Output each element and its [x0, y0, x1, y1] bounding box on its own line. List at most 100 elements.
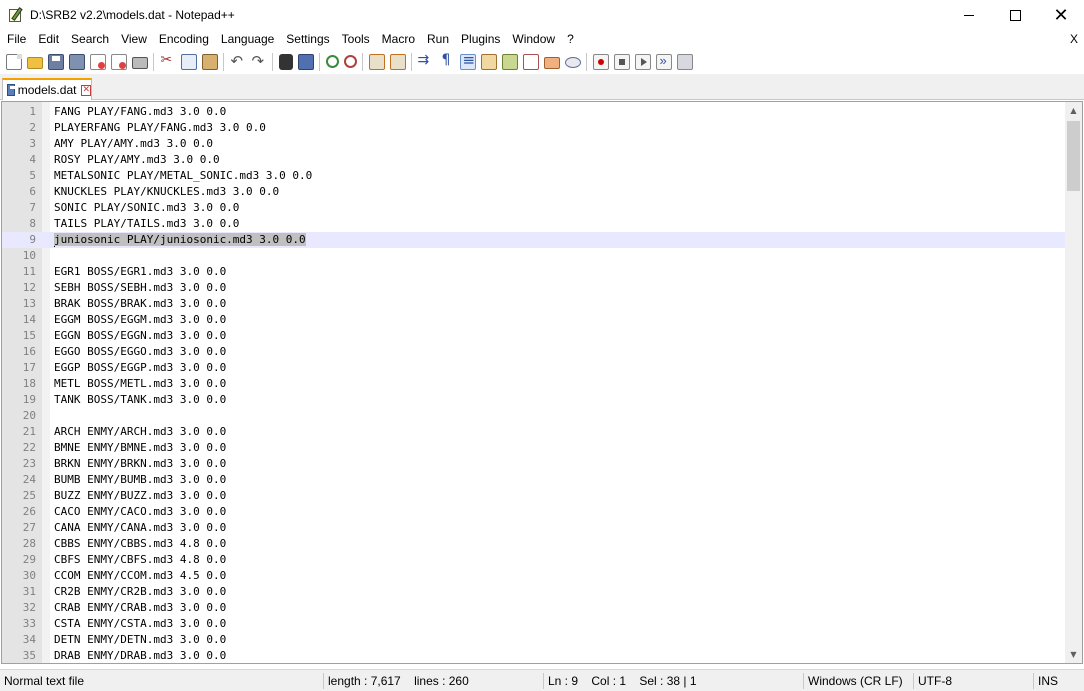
- text-line[interactable]: 28 CBBS ENMY/CBBS.md3 4.8 0.0: [2, 536, 1066, 552]
- menu-tools[interactable]: Tools: [336, 30, 376, 49]
- line-text[interactable]: DETN ENMY/DETN.md3 3.0 0.0: [54, 632, 226, 648]
- text-line[interactable]: 31 CR2B ENMY/CR2B.md3 3.0 0.0: [2, 584, 1066, 600]
- maximize-button[interactable]: [992, 0, 1038, 30]
- line-text[interactable]: EGGO BOSS/EGGO.md3 3.0 0.0: [54, 344, 226, 360]
- text-line[interactable]: 6 KNUCKLES PLAY/KNUCKLES.md3 3.0 0.0: [2, 184, 1066, 200]
- line-text[interactable]: BRKN ENMY/BRKN.md3 3.0 0.0: [54, 456, 226, 472]
- save-macro-icon[interactable]: [676, 53, 693, 70]
- status-eol[interactable]: Windows (CR LF): [804, 670, 903, 691]
- cut-icon[interactable]: [160, 52, 176, 70]
- line-text[interactable]: AMY PLAY/AMY.md3 3.0 0.0: [54, 136, 213, 152]
- text-line[interactable]: 16 EGGO BOSS/EGGO.md3 3.0 0.0: [2, 344, 1066, 360]
- text-line[interactable]: 20: [2, 408, 1066, 424]
- line-text[interactable]: SEBH BOSS/SEBH.md3 3.0 0.0: [54, 280, 226, 296]
- text-line[interactable]: 4 ROSY PLAY/AMY.md3 3.0 0.0: [2, 152, 1066, 168]
- line-text[interactable]: CBBS ENMY/CBBS.md3 4.8 0.0: [54, 536, 226, 552]
- playback-icon[interactable]: [634, 53, 651, 70]
- folder-workspace-icon[interactable]: [543, 56, 560, 69]
- text-line[interactable]: 26 CACO ENMY/CACO.md3 3.0 0.0: [2, 504, 1066, 520]
- sync-horizontal-icon[interactable]: [389, 53, 406, 70]
- text-line[interactable]: 8 TAILS PLAY/TAILS.md3 3.0 0.0: [2, 216, 1066, 232]
- undo-icon[interactable]: [230, 52, 246, 70]
- line-text[interactable]: DRAB ENMY/DRAB.md3 3.0 0.0: [54, 648, 226, 663]
- line-text[interactable]: TAILS PLAY/TAILS.md3 3.0 0.0: [54, 216, 239, 232]
- text-line[interactable]: 18 METL BOSS/METL.md3 3.0 0.0: [2, 376, 1066, 392]
- status-encoding[interactable]: UTF-8: [914, 670, 952, 691]
- menu-help[interactable]: ?: [561, 30, 580, 49]
- line-text[interactable]: EGGN BOSS/EGGN.md3 3.0 0.0: [54, 328, 226, 344]
- text-line[interactable]: 30 CCOM ENMY/CCOM.md3 4.5 0.0: [2, 568, 1066, 584]
- indent-guide-icon[interactable]: [459, 51, 476, 70]
- line-text[interactable]: EGR1 BOSS/EGR1.md3 3.0 0.0: [54, 264, 226, 280]
- monitoring-icon[interactable]: [564, 57, 581, 68]
- text-line[interactable]: 25 BUZZ ENMY/BUZZ.md3 3.0 0.0: [2, 488, 1066, 504]
- close-document-button[interactable]: X: [1070, 30, 1078, 49]
- text-line[interactable]: 14 EGGM BOSS/EGGM.md3 3.0 0.0: [2, 312, 1066, 328]
- text-line[interactable]: 29 CBFS ENMY/CBFS.md3 4.8 0.0: [2, 552, 1066, 568]
- line-text[interactable]: FANG PLAY/FANG.md3 3.0 0.0: [54, 104, 226, 120]
- text-line[interactable]: 19 TANK BOSS/TANK.md3 3.0 0.0: [2, 392, 1066, 408]
- text-line[interactable]: 13 BRAK BOSS/BRAK.md3 3.0 0.0: [2, 296, 1066, 312]
- text-line[interactable]: 2 PLAYERFANG PLAY/FANG.md3 3.0 0.0: [2, 120, 1066, 136]
- zoom-in-icon[interactable]: [325, 55, 339, 68]
- line-text[interactable]: CACO ENMY/CACO.md3 3.0 0.0: [54, 504, 226, 520]
- stop-recording-icon[interactable]: [613, 53, 630, 70]
- text-line[interactable]: 27 CANA ENMY/CANA.md3 3.0 0.0: [2, 520, 1066, 536]
- menu-view[interactable]: View: [115, 30, 153, 49]
- text-line[interactable]: 10: [2, 248, 1066, 264]
- close-window-button[interactable]: ✕: [1038, 0, 1084, 30]
- menu-edit[interactable]: Edit: [32, 30, 65, 49]
- line-text[interactable]: CCOM ENMY/CCOM.md3 4.5 0.0: [54, 568, 226, 584]
- editor[interactable]: 1 FANG PLAY/FANG.md3 3.0 0.0 2 PLAYERFANG P…: [1, 101, 1083, 664]
- menu-run[interactable]: Run: [421, 30, 455, 49]
- save-icon[interactable]: [47, 53, 64, 70]
- selection[interactable]: juniosonic PLAY/juniosonic.md3 3.0 0.0: [54, 233, 306, 246]
- replace-icon[interactable]: [297, 53, 314, 70]
- line-text[interactable]: CSTA ENMY/CSTA.md3 3.0 0.0: [54, 616, 226, 632]
- status-insert-mode[interactable]: INS: [1034, 670, 1058, 691]
- word-wrap-icon[interactable]: [418, 52, 434, 70]
- menu-file[interactable]: File: [1, 30, 32, 49]
- line-text[interactable]: ARCH ENMY/ARCH.md3 3.0 0.0: [54, 424, 226, 440]
- open-file-icon[interactable]: [26, 56, 43, 69]
- save-all-icon[interactable]: [68, 53, 85, 70]
- menu-window[interactable]: Window: [506, 30, 561, 49]
- text-line[interactable]: 11 EGR1 BOSS/EGR1.md3 3.0 0.0: [2, 264, 1066, 280]
- paste-icon[interactable]: [201, 53, 218, 70]
- copy-icon[interactable]: [180, 53, 197, 70]
- line-text[interactable]: SONIC PLAY/SONIC.md3 3.0 0.0: [54, 200, 239, 216]
- show-all-chars-icon[interactable]: [439, 52, 455, 70]
- line-text[interactable]: METALSONIC PLAY/METAL_SONIC.md3 3.0 0.0: [54, 168, 312, 184]
- vertical-scrollbar[interactable]: ▲ ▼: [1065, 102, 1082, 663]
- close-icon[interactable]: [89, 53, 106, 70]
- text-line[interactable]: 17 EGGP BOSS/EGGP.md3 3.0 0.0: [2, 360, 1066, 376]
- text-line[interactable]: 32 CRAB ENMY/CRAB.md3 3.0 0.0: [2, 600, 1066, 616]
- zoom-out-icon[interactable]: [343, 55, 357, 68]
- line-text[interactable]: METL BOSS/METL.md3 3.0 0.0: [54, 376, 226, 392]
- line-text[interactable]: KNUCKLES PLAY/KNUCKLES.md3 3.0 0.0: [54, 184, 279, 200]
- menu-language[interactable]: Language: [215, 30, 280, 49]
- line-text[interactable]: EGGP BOSS/EGGP.md3 3.0 0.0: [54, 360, 226, 376]
- text-line[interactable]: 34 DETN ENMY/DETN.md3 3.0 0.0: [2, 632, 1066, 648]
- user-defined-language-icon[interactable]: [480, 53, 497, 70]
- menu-macro[interactable]: Macro: [376, 30, 421, 49]
- line-text[interactable]: PLAYERFANG PLAY/FANG.md3 3.0 0.0: [54, 120, 266, 136]
- text-line[interactable]: 7 SONIC PLAY/SONIC.md3 3.0 0.0: [2, 200, 1066, 216]
- document-map-icon[interactable]: [501, 53, 518, 70]
- close-all-icon[interactable]: [110, 53, 127, 70]
- print-icon[interactable]: [131, 56, 148, 69]
- menu-encoding[interactable]: Encoding: [153, 30, 215, 49]
- text-area[interactable]: 1 FANG PLAY/FANG.md3 3.0 0.0 2 PLAYERFANG P…: [2, 104, 1066, 663]
- line-text[interactable]: EGGM BOSS/EGGM.md3 3.0 0.0: [54, 312, 226, 328]
- line-text[interactable]: BRAK BOSS/BRAK.md3 3.0 0.0: [54, 296, 226, 312]
- menu-search[interactable]: Search: [65, 30, 115, 49]
- line-text[interactable]: juniosonic PLAY/juniosonic.md3 3.0 0.0: [54, 232, 306, 248]
- line-text[interactable]: BMNE ENMY/BMNE.md3 3.0 0.0: [54, 440, 226, 456]
- line-text[interactable]: CRAB ENMY/CRAB.md3 3.0 0.0: [54, 600, 226, 616]
- menu-settings[interactable]: Settings: [280, 30, 335, 49]
- new-file-icon[interactable]: [5, 53, 22, 70]
- sync-vertical-icon[interactable]: [368, 53, 385, 70]
- text-line[interactable]: 3 AMY PLAY/AMY.md3 3.0 0.0: [2, 136, 1066, 152]
- line-text[interactable]: CR2B ENMY/CR2B.md3 3.0 0.0: [54, 584, 226, 600]
- text-line[interactable]: 21 ARCH ENMY/ARCH.md3 3.0 0.0: [2, 424, 1066, 440]
